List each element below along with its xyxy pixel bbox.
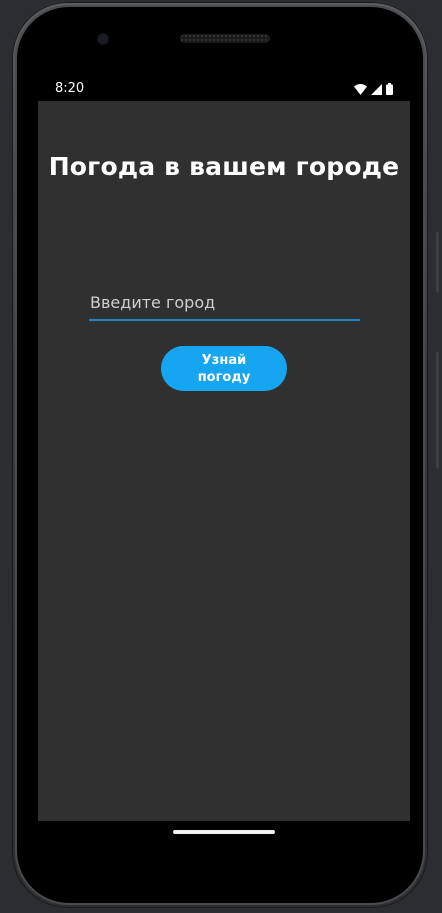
status-time: 8:20 <box>55 81 85 96</box>
earpiece-speaker <box>180 34 270 43</box>
front-camera <box>97 33 109 45</box>
power-button <box>436 232 439 292</box>
app-screen: 8:20 Погода в вашем городе Узнай погоду <box>38 78 410 821</box>
status-bar: 8:20 <box>38 78 410 101</box>
battery-icon <box>386 83 393 95</box>
city-input[interactable] <box>89 289 360 321</box>
get-weather-button[interactable]: Узнай погоду <box>161 346 287 391</box>
wifi-icon <box>354 83 367 95</box>
navigation-bar <box>38 821 410 847</box>
status-icons <box>354 83 393 95</box>
cellular-signal-icon <box>371 83 382 95</box>
page-title: Погода в вашем городе <box>48 152 400 181</box>
volume-button <box>436 352 439 468</box>
home-indicator[interactable] <box>173 830 275 834</box>
